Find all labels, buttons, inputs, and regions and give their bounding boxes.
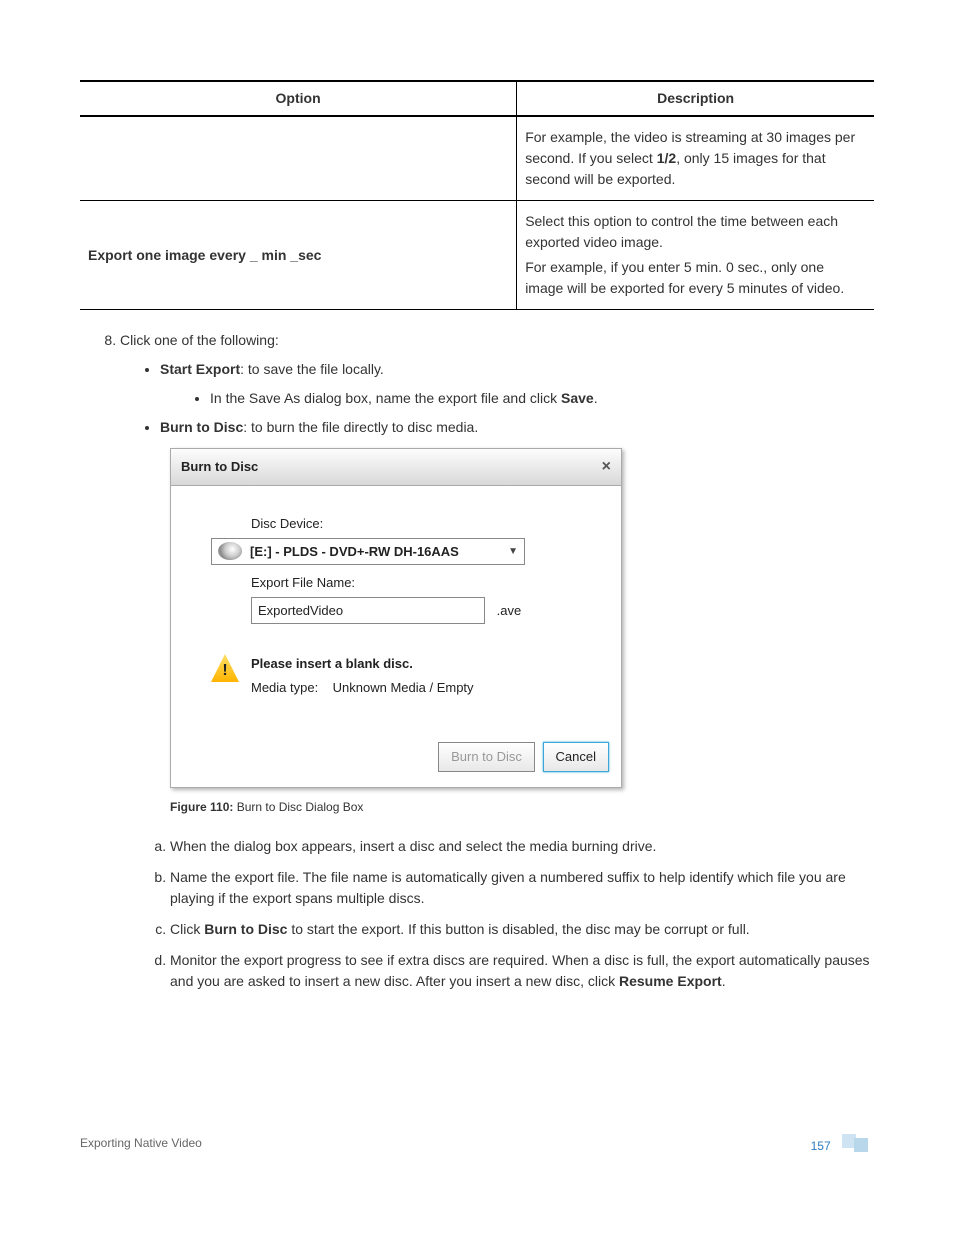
dialog-titlebar: Burn to Disc × bbox=[171, 449, 621, 486]
export-file-label: Export File Name: bbox=[251, 573, 591, 593]
figure-caption: Figure 110: Burn to Disc Dialog Box bbox=[170, 798, 874, 816]
disc-device-dropdown[interactable]: [E:] - PLDS - DVD+-RW DH-16AAS ▼ bbox=[211, 538, 525, 566]
burn-to-disc-dialog: Burn to Disc × Disc Device: [E:] - PLDS … bbox=[170, 448, 622, 788]
step-8: Click one of the following: Start Export… bbox=[120, 330, 874, 992]
disc-device-label: Disc Device: bbox=[251, 514, 591, 534]
options-table: Option Description For example, the vide… bbox=[80, 80, 874, 310]
chevron-down-icon: ▼ bbox=[508, 544, 518, 559]
burn-to-disc-button[interactable]: Burn to Disc bbox=[438, 742, 535, 772]
substep-b: Name the export file. The file name is a… bbox=[170, 867, 874, 909]
substeps-list: When the dialog box appears, insert a di… bbox=[120, 836, 874, 992]
page-footer: Exporting Native Video 157 bbox=[80, 1132, 874, 1155]
step-intro: Click one of the following: bbox=[120, 332, 279, 348]
bullet-start-export: Start Export: to save the file locally. … bbox=[160, 359, 874, 409]
media-type-value: Unknown Media / Empty bbox=[333, 680, 474, 695]
export-file-input[interactable]: ExportedVideo bbox=[251, 597, 485, 625]
warning-title: Please insert a blank disc. bbox=[251, 656, 413, 671]
disc-icon bbox=[218, 542, 242, 560]
footer-decoration-icon bbox=[842, 1132, 874, 1150]
bullet-save-as: In the Save As dialog box, name the expo… bbox=[210, 388, 874, 409]
disc-device-value: [E:] - PLDS - DVD+-RW DH-16AAS bbox=[250, 542, 459, 562]
file-extension: .ave bbox=[497, 603, 522, 618]
media-type-label: Media type: bbox=[251, 680, 318, 695]
cancel-button[interactable]: Cancel bbox=[543, 742, 609, 772]
dialog-title: Burn to Disc bbox=[181, 457, 258, 477]
page-number: 157 bbox=[811, 1139, 831, 1153]
footer-section: Exporting Native Video bbox=[80, 1134, 202, 1152]
option-cell bbox=[80, 116, 517, 201]
table-row: For example, the video is streaming at 3… bbox=[80, 116, 874, 201]
col-description: Description bbox=[517, 81, 874, 116]
warning-icon bbox=[211, 654, 239, 682]
table-row: Export one image every _ min _sec Select… bbox=[80, 201, 874, 310]
substep-d: Monitor the export progress to see if ex… bbox=[170, 950, 874, 992]
col-option: Option bbox=[80, 81, 517, 116]
substep-a: When the dialog box appears, insert a di… bbox=[170, 836, 874, 857]
bullet-burn-to-disc: Burn to Disc: to burn the file directly … bbox=[160, 417, 874, 438]
step-list: Click one of the following: Start Export… bbox=[80, 330, 874, 992]
description-cell: Select this option to control the time b… bbox=[517, 201, 874, 310]
description-cell: For example, the video is streaming at 3… bbox=[517, 116, 874, 201]
close-icon[interactable]: × bbox=[602, 455, 611, 479]
substep-c: Click Burn to Disc to start the export. … bbox=[170, 919, 874, 940]
option-cell: Export one image every _ min _sec bbox=[80, 201, 517, 310]
warning-row: Please insert a blank disc. Media type: … bbox=[211, 654, 591, 697]
